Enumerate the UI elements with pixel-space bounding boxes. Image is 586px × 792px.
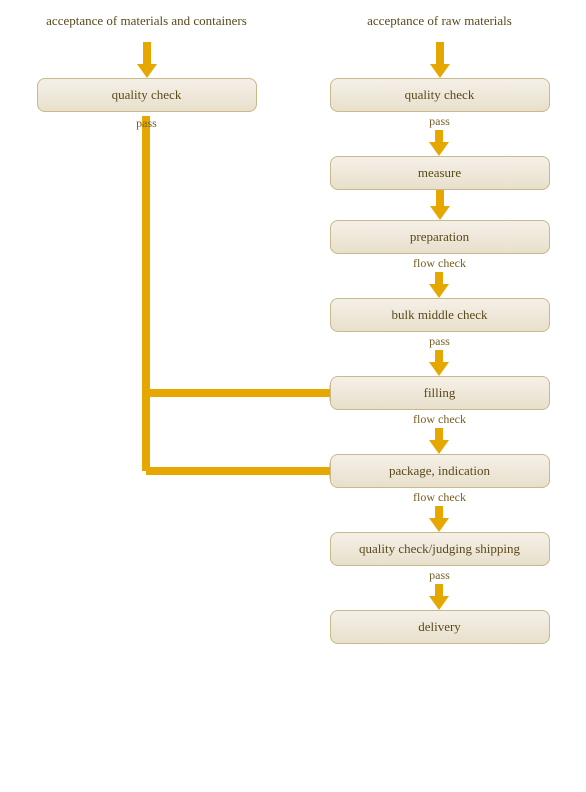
right-arrow-2 <box>430 190 450 220</box>
flow-check-2-area: flow check <box>413 412 466 454</box>
flow-check-3-area: flow check <box>413 490 466 532</box>
right-header: acceptance of raw materials <box>330 0 550 42</box>
right-quality-check-box: quality check <box>330 78 550 112</box>
left-header: acceptance of materials and containers <box>37 0 257 42</box>
right-pass-1-label: pass <box>429 114 450 129</box>
preparation-box: preparation <box>330 220 550 254</box>
arrowhead <box>429 142 449 156</box>
delivery-text: delivery <box>418 619 461 634</box>
flow-check-3-label: flow check <box>413 490 466 505</box>
filling-box: filling <box>330 376 550 410</box>
left-arrow-1 <box>137 42 157 78</box>
shaft <box>435 428 443 440</box>
left-quality-check-box: quality check <box>37 78 257 112</box>
arrowhead <box>137 64 157 78</box>
shaft <box>436 42 444 64</box>
quality-judge-text: quality check/judging shipping <box>359 541 520 556</box>
flow-check-2-label: flow check <box>413 412 466 427</box>
arrowhead <box>429 362 449 376</box>
quality-judge-box: quality check/judging shipping <box>330 532 550 566</box>
arrowhead <box>429 596 449 610</box>
flow-check-1-label: flow check <box>413 256 466 271</box>
arrowhead <box>429 518 449 532</box>
shaft <box>435 350 443 362</box>
arrowhead <box>429 440 449 454</box>
right-column: acceptance of raw materials quality chec… <box>293 0 586 792</box>
package-box: package, indication <box>330 454 550 488</box>
measure-box: measure <box>330 156 550 190</box>
delivery-box: delivery <box>330 610 550 644</box>
diagram: acceptance of materials and containers q… <box>0 0 586 792</box>
shaft <box>435 130 443 142</box>
right-pass-1-area: pass <box>429 114 450 156</box>
arrowhead <box>429 284 449 298</box>
bulk-middle-box: bulk middle check <box>330 298 550 332</box>
right-header-text: acceptance of raw materials <box>367 13 512 29</box>
arrowhead <box>430 64 450 78</box>
left-quality-check-text: quality check <box>112 87 182 102</box>
filling-text: filling <box>424 385 456 400</box>
left-column: acceptance of materials and containers q… <box>0 0 293 792</box>
shaft <box>435 506 443 518</box>
measure-text: measure <box>418 165 461 180</box>
shaft <box>436 190 444 206</box>
shaft <box>435 272 443 284</box>
right-quality-check-text: quality check <box>405 87 475 102</box>
right-pass-3-label: pass <box>429 568 450 583</box>
preparation-text: preparation <box>410 229 469 244</box>
right-pass-3-area: pass <box>429 568 450 610</box>
arrowhead <box>430 206 450 220</box>
left-header-text: acceptance of materials and containers <box>46 13 247 29</box>
right-pass-2-area: pass <box>429 334 450 376</box>
left-pass-area: pass <box>136 116 157 452</box>
flow-check-1-area: flow check <box>413 256 466 298</box>
package-text: package, indication <box>389 463 490 478</box>
left-pass-label: pass <box>136 116 157 131</box>
right-arrow-1 <box>430 42 450 78</box>
shaft <box>435 584 443 596</box>
spacer <box>142 132 150 452</box>
bulk-middle-text: bulk middle check <box>391 307 487 322</box>
right-pass-2-label: pass <box>429 334 450 349</box>
shaft <box>143 42 151 64</box>
